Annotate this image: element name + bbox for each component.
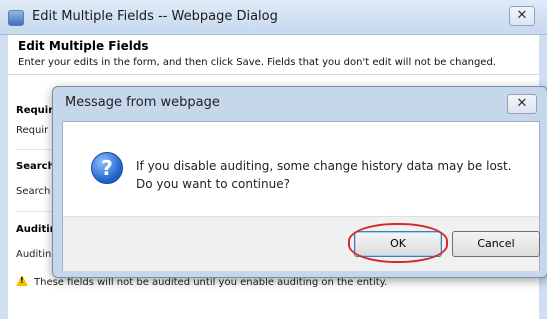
audit-warning-text: These fields will not be audited until y… [34,277,388,288]
form-header: Edit Multiple Fields Enter your edits in… [8,35,539,75]
webpage-dialog-icon [8,10,24,26]
outer-close-button[interactable]: ✕ [509,6,535,26]
question-icon: ? [91,152,123,184]
ok-button[interactable]: OK [354,231,442,257]
message-button-bar: OK Cancel [63,216,540,271]
message-from-webpage-dialog: Message from webpage ✕ ? If you disable … [52,86,547,278]
outer-dialog-title: Edit Multiple Fields -- Webpage Dialog [32,9,278,24]
message-line-2: Do you want to continue? [136,177,290,191]
cancel-button[interactable]: Cancel [452,231,540,257]
form-title: Edit Multiple Fields [18,39,149,53]
field-required-label: Requir [16,125,49,136]
field-auditing-label: Auditin [16,249,52,260]
section-required-label: Requir [16,105,54,116]
warning-icon [16,275,28,286]
message-close-button[interactable]: ✕ [507,94,537,114]
outer-dialog-titlebar: Edit Multiple Fields -- Webpage Dialog ✕ [0,0,547,35]
section-auditing-label: Auditin [16,224,57,235]
message-line-1: If you disable auditing, some change his… [136,159,512,173]
message-body: ? If you disable auditing, some change h… [62,121,540,271]
field-search-label: Search [16,186,51,197]
message-dialog-title: Message from webpage [65,95,220,110]
form-instructions: Enter your edits in the form, and then c… [18,57,496,68]
section-search-label: Search [16,161,55,172]
message-text: If you disable auditing, some change his… [136,157,512,193]
